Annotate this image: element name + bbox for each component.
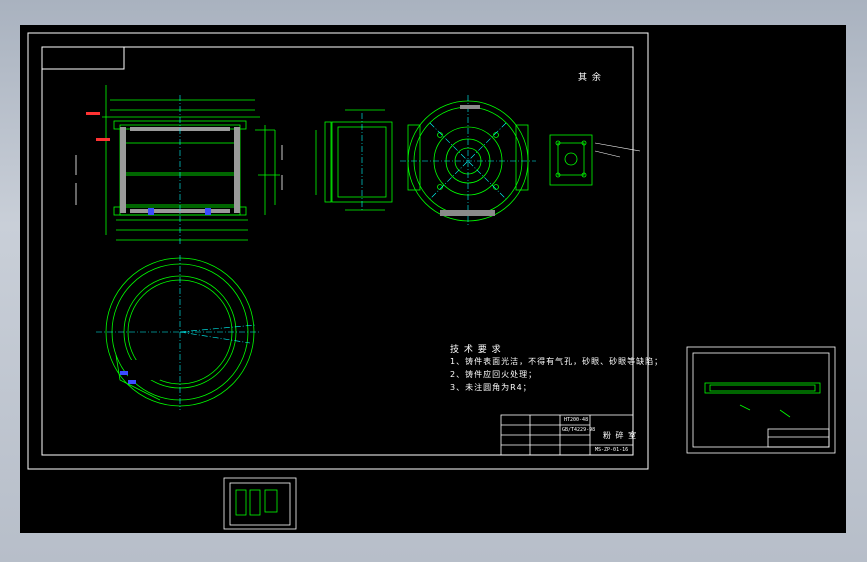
side-view xyxy=(315,109,393,211)
cad-canvas[interactable]: 其 余 技 术 要 求 1、铸件表面光洁，不得有气孔，砂眼、砂眼等缺陷； 2、铸… xyxy=(20,25,846,533)
front-section-view xyxy=(102,85,280,241)
drawing-number: MS-ZP-01-16 xyxy=(595,447,629,453)
technical-note-1: 1、铸件表面光洁，不得有气孔，砂眼、砂眼等缺陷； xyxy=(450,357,664,366)
part-name: 粉 碎 室 xyxy=(603,431,638,440)
cad-drawing xyxy=(27,32,836,530)
bottom-circle-centerlines xyxy=(96,255,260,410)
standard-text: GB/T4229-98 xyxy=(562,427,596,433)
technical-requirements-title: 技 术 要 求 xyxy=(450,345,502,355)
right-thumbnail xyxy=(686,346,836,454)
right-thumbnail-geometry xyxy=(704,382,821,418)
corner-box xyxy=(41,46,125,70)
flange-view xyxy=(549,134,593,186)
material-text: HT200-48 xyxy=(564,417,589,423)
technical-note-3: 3、未注圆角为R4； xyxy=(450,383,532,392)
bottom-thumbnail-geometry xyxy=(235,489,278,516)
top-circle-hatch xyxy=(440,105,495,216)
outer-border xyxy=(27,32,649,470)
technical-note-2: 2、铸件应回火处理； xyxy=(450,370,538,379)
other-label: 其 余 xyxy=(578,73,602,83)
bottom-circle-notch xyxy=(128,360,160,380)
inner-border xyxy=(41,46,634,456)
